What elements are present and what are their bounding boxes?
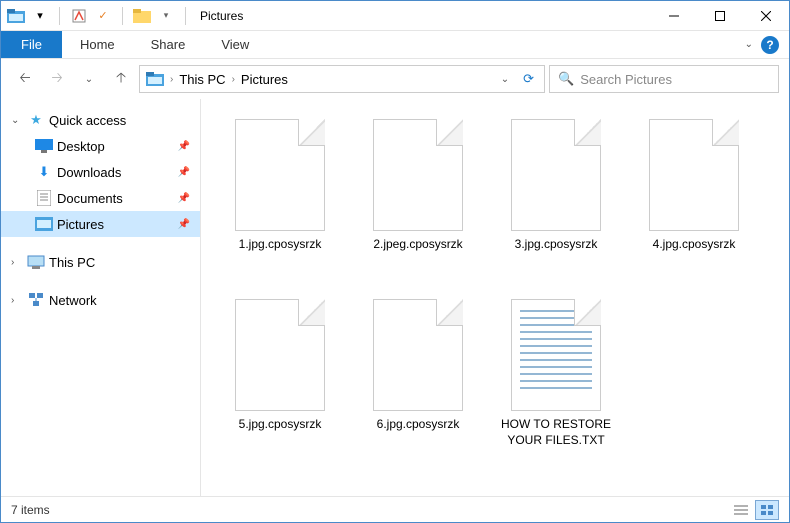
navigation-bar: 🡠 🡢 ⌄ 🡡 › This PC › Pictures ⌄ ⟳ 🔍 Searc…	[1, 59, 789, 99]
file-item[interactable]: 4.jpg.cposysrzk	[625, 113, 763, 293]
breadcrumb-pictures[interactable]: Pictures	[241, 72, 288, 87]
sidebar-this-pc[interactable]: › This PC	[1, 249, 200, 275]
expand-icon[interactable]: ›	[11, 295, 23, 306]
collapse-icon[interactable]: ⌄	[11, 115, 23, 126]
expand-icon[interactable]: ›	[11, 257, 23, 268]
pin-icon: 📌	[178, 193, 190, 204]
recent-locations-dropdown[interactable]: ⌄	[75, 65, 103, 93]
search-placeholder: Search Pictures	[580, 72, 672, 87]
file-name: 4.jpg.cposysrzk	[653, 237, 736, 253]
file-list[interactable]: 1.jpg.cposysrzk 2.jpeg.cposysrzk 3.jpg.cpo…	[201, 99, 789, 497]
refresh-icon[interactable]: ⟳	[519, 71, 538, 87]
sidebar-item-pictures[interactable]: Pictures 📌	[1, 211, 200, 237]
sidebar-item-documents[interactable]: Documents 📌	[1, 185, 200, 211]
blank-file-icon	[235, 119, 325, 231]
chevron-right-icon[interactable]: ›	[232, 74, 235, 85]
pictures-folder-icon	[146, 70, 164, 88]
file-item[interactable]: 2.jpeg.cposysrzk	[349, 113, 487, 293]
pin-icon: 📌	[178, 167, 190, 178]
file-tab[interactable]: File	[1, 31, 62, 58]
network-icon	[27, 291, 45, 309]
blank-file-icon	[373, 119, 463, 231]
file-item[interactable]: 3.jpg.cposysrzk	[487, 113, 625, 293]
computer-icon	[27, 253, 45, 271]
pictures-icon	[35, 215, 53, 233]
details-view-button[interactable]	[729, 500, 753, 520]
minimize-button[interactable]	[651, 1, 697, 31]
sidebar-item-desktop[interactable]: Desktop 📌	[1, 133, 200, 159]
search-icon: 🔍	[558, 71, 574, 87]
ribbon-collapse-icon[interactable]: ⌄	[745, 39, 753, 50]
qat-customize-dropdown-icon[interactable]: ▾	[155, 5, 177, 27]
file-name: HOW TO RESTORE YOUR FILES.TXT	[496, 417, 616, 448]
large-icons-view-button[interactable]	[755, 500, 779, 520]
file-name: 3.jpg.cposysrzk	[515, 237, 598, 253]
blank-file-icon	[649, 119, 739, 231]
sidebar-label: Quick access	[49, 113, 126, 128]
blank-file-icon	[235, 299, 325, 411]
sidebar-label: This PC	[49, 255, 95, 270]
documents-icon	[35, 189, 53, 207]
sidebar-item-label: Desktop	[57, 139, 105, 154]
star-icon: ★	[27, 111, 45, 129]
sidebar-network[interactable]: › Network	[1, 287, 200, 313]
up-button[interactable]: 🡡	[107, 65, 135, 93]
chevron-right-icon[interactable]: ›	[170, 74, 173, 85]
folder-icon[interactable]	[131, 5, 153, 27]
checkmark-icon: ✓	[92, 5, 114, 27]
file-item[interactable]: 6.jpg.cposysrzk	[349, 293, 487, 473]
ribbon-tabs: File Home Share View ⌄ ?	[1, 31, 789, 59]
title-bar: ▾ ✓ ▾ Pictures	[1, 1, 789, 31]
pin-icon: 📌	[178, 141, 190, 152]
status-bar: 7 items	[1, 496, 789, 522]
properties-icon[interactable]	[68, 5, 90, 27]
help-icon[interactable]: ?	[761, 36, 779, 54]
forward-button[interactable]: 🡢	[43, 65, 71, 93]
sidebar-quick-access[interactable]: ⌄ ★ Quick access	[1, 107, 200, 133]
maximize-button[interactable]	[697, 1, 743, 31]
downloads-icon: ⬇	[35, 163, 53, 181]
sidebar-item-label: Documents	[57, 191, 123, 206]
tab-share[interactable]: Share	[133, 31, 204, 58]
quick-access-toolbar: ▾ ✓ ▾	[1, 5, 196, 27]
file-name: 6.jpg.cposysrzk	[377, 417, 460, 433]
file-name: 2.jpeg.cposysrzk	[373, 237, 462, 253]
qat-dropdown-icon[interactable]: ▾	[29, 5, 51, 27]
text-file-icon	[511, 299, 601, 411]
sidebar-label: Network	[49, 293, 97, 308]
desktop-icon	[35, 137, 53, 155]
blank-file-icon	[373, 299, 463, 411]
file-name: 1.jpg.cposysrzk	[239, 237, 322, 253]
address-bar[interactable]: › This PC › Pictures ⌄ ⟳	[139, 65, 545, 93]
window-title: Pictures	[200, 9, 243, 23]
file-item[interactable]: 5.jpg.cposysrzk	[211, 293, 349, 473]
close-button[interactable]	[743, 1, 789, 31]
address-dropdown-icon[interactable]: ⌄	[497, 74, 513, 85]
tab-home[interactable]: Home	[62, 31, 133, 58]
back-button[interactable]: 🡠	[11, 65, 39, 93]
sidebar-item-label: Downloads	[57, 165, 121, 180]
pin-icon: 📌	[178, 219, 190, 230]
file-name: 5.jpg.cposysrzk	[239, 417, 322, 433]
sidebar-item-label: Pictures	[57, 217, 104, 232]
tab-view[interactable]: View	[203, 31, 267, 58]
file-item[interactable]: 1.jpg.cposysrzk	[211, 113, 349, 293]
sidebar-item-downloads[interactable]: ⬇ Downloads 📌	[1, 159, 200, 185]
search-input[interactable]: 🔍 Search Pictures	[549, 65, 779, 93]
blank-file-icon	[511, 119, 601, 231]
folder-app-icon	[5, 5, 27, 27]
breadcrumb-this-pc[interactable]: This PC	[179, 72, 225, 87]
navigation-pane: ⌄ ★ Quick access Desktop 📌 ⬇ Downloads 📌…	[1, 99, 201, 497]
file-item[interactable]: HOW TO RESTORE YOUR FILES.TXT	[487, 293, 625, 473]
item-count: 7 items	[11, 503, 50, 517]
